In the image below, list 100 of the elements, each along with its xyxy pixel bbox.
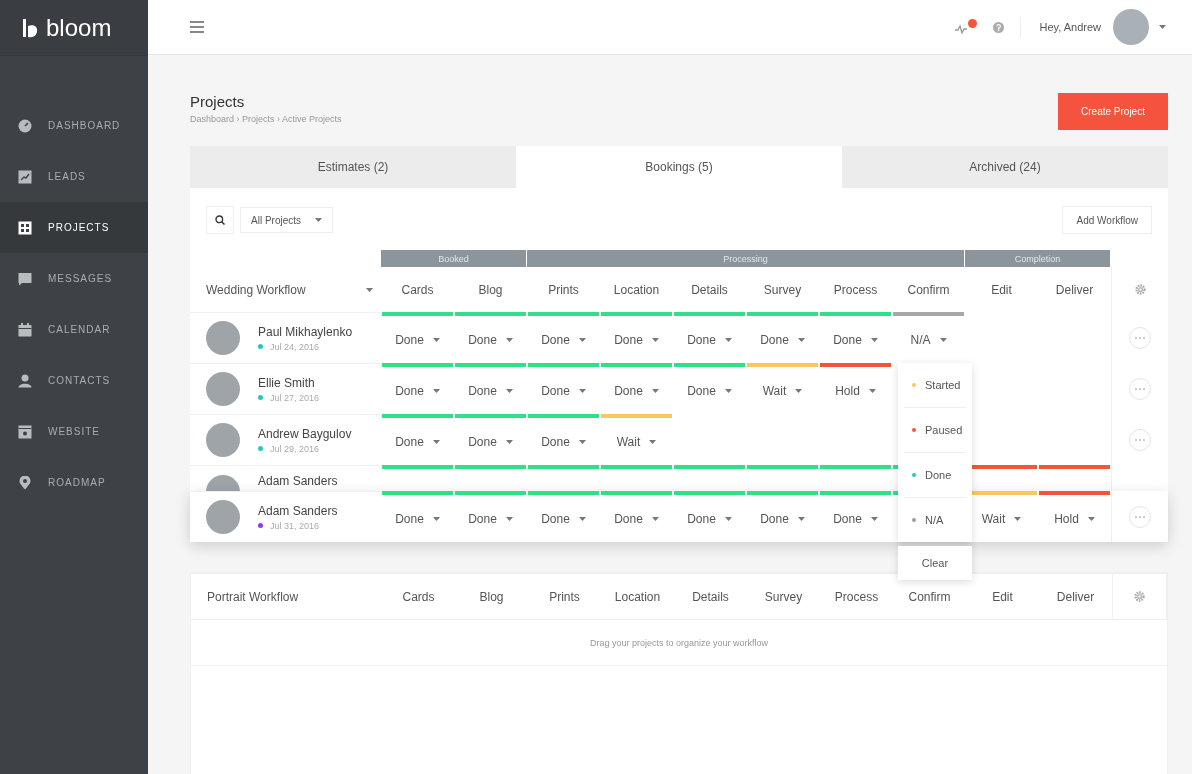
client-name: Adam Sanders [258, 474, 338, 488]
column-header: Survey [763, 588, 804, 606]
sidebar-item[interactable]: MESSAGES [0, 253, 148, 304]
status-dropdown[interactable]: Done [468, 428, 513, 455]
more-button[interactable] [1129, 326, 1151, 349]
column-header: Deliver [1054, 281, 1095, 299]
caret-icon [432, 439, 440, 444]
status-dropdown[interactable]: Done [541, 326, 586, 353]
status-dropdown[interactable]: Done [468, 326, 513, 353]
sidebar-item[interactable]: WEBSITE [0, 406, 148, 457]
status-dropdown[interactable]: Wait [981, 505, 1022, 532]
brand-name: bloom [46, 13, 112, 42]
status-option[interactable]: Done [904, 453, 966, 498]
more-button[interactable] [1129, 428, 1151, 451]
caret-icon [505, 439, 513, 444]
column-header: Prints [547, 281, 580, 299]
logo-icon [22, 17, 38, 38]
menu-icon[interactable] [190, 21, 204, 33]
settings-icon[interactable] [1134, 284, 1146, 295]
sidebar-item[interactable]: CONTACTS [0, 355, 148, 406]
sidebar-item[interactable]: PROJECTS [0, 202, 148, 253]
caret-icon [651, 516, 659, 521]
status-dropdown[interactable]: Done [833, 326, 878, 353]
project-date: Jul 29, 2016 [270, 443, 320, 454]
client-name: Andrew Baygulov [258, 426, 352, 441]
search-icon [215, 215, 225, 225]
caret-icon [797, 516, 805, 521]
settings-icon[interactable] [1134, 591, 1145, 602]
status-dropdown[interactable]: Done [395, 505, 440, 532]
status-option[interactable]: Paused [904, 408, 966, 453]
caret-icon [505, 388, 513, 393]
user-greeting: Hey, Andrew [1039, 21, 1101, 33]
status-dropdown[interactable]: Wait [762, 377, 803, 404]
sidebar-item[interactable]: DASHBOARD [0, 100, 148, 151]
page-title: Projects [190, 93, 246, 110]
project-date: Jul 24, 2016 [270, 341, 320, 352]
clear-button[interactable]: Clear [898, 546, 972, 580]
more-button[interactable] [1129, 377, 1151, 400]
add-workflow-button[interactable]: Add Workflow [1062, 206, 1152, 234]
status-dropdown[interactable]: Done [687, 505, 732, 532]
column-header: Blog [478, 588, 505, 606]
help-icon[interactable] [993, 21, 1005, 33]
tab[interactable]: Bookings (5) [516, 146, 842, 188]
status-option[interactable]: Started [904, 363, 966, 408]
status-dropdown[interactable]: Done [614, 377, 659, 404]
caret-icon [1159, 25, 1166, 29]
status-dropdown[interactable]: Done [395, 326, 440, 353]
status-dropdown[interactable]: Done [833, 505, 878, 532]
status-dropdown[interactable]: Done [468, 505, 513, 532]
status-dropdown[interactable]: Done [614, 505, 659, 532]
activity-icon[interactable] [955, 24, 968, 34]
column-header: Location [612, 281, 661, 299]
caret-icon [432, 337, 440, 342]
caret-icon [365, 287, 373, 292]
caret-icon [939, 337, 947, 342]
status-dropdown[interactable]: N/A [910, 326, 947, 353]
sidebar-item[interactable]: ROADMAP [0, 457, 148, 508]
column-group-header: Booked [381, 250, 526, 267]
status-dropdown[interactable]: Hold [835, 377, 876, 404]
status-dropdown[interactable]: Done [760, 326, 805, 353]
tab[interactable]: Archived (24) [842, 146, 1168, 188]
more-button[interactable] [1129, 505, 1151, 528]
status-dropdown[interactable]: Wait [616, 428, 657, 455]
more-icon [1135, 387, 1145, 390]
client-name: Adam Sanders [258, 503, 338, 518]
caret-icon [724, 388, 732, 393]
filter-dropdown[interactable]: All Projects [240, 207, 333, 233]
column-header: Details [690, 281, 729, 299]
status-option[interactable]: N/A [904, 498, 966, 542]
sidebar-item[interactable]: LEADS [0, 151, 148, 202]
status-dropdown[interactable]: Done [541, 377, 586, 404]
client-name: Paul Mikhaylenko [258, 324, 353, 339]
status-dropdown[interactable]: Done [541, 428, 586, 455]
column-header: Cards [400, 281, 435, 299]
column-header: Process [832, 281, 879, 299]
caret-icon [868, 388, 876, 393]
status-dropdown[interactable]: Hold [1054, 505, 1095, 532]
status-dropdown[interactable]: Done [468, 377, 513, 404]
caret-icon [578, 439, 586, 444]
grid-icon [18, 220, 32, 235]
status-dropdown[interactable]: Done [760, 505, 805, 532]
column-header: Prints [548, 588, 581, 606]
status-dropdown[interactable]: Done [687, 377, 732, 404]
status-dropdown[interactable]: Done [395, 428, 440, 455]
status-dropdown[interactable]: Done [541, 505, 586, 532]
workflow-select[interactable]: Wedding Workflow [206, 282, 373, 297]
status-dropdown[interactable]: Done [687, 326, 732, 353]
column-header: Survey [762, 281, 803, 299]
column-group-header: Processing [527, 250, 964, 267]
tab[interactable]: Estimates (2) [190, 146, 516, 188]
column-header: Details [691, 588, 730, 606]
avatar-placeholder [206, 372, 240, 406]
sidebar-item[interactable]: CALENDAR [0, 304, 148, 355]
status-dropdown[interactable]: Done [395, 377, 440, 404]
avatar-placeholder[interactable] [1113, 9, 1149, 45]
project-date: Jul 27, 2016 [270, 392, 320, 403]
empty-hint: Drag your projects to organize your workflow [191, 620, 1167, 666]
search-button[interactable] [206, 206, 234, 234]
column-header: Edit [990, 281, 1013, 299]
status-dropdown[interactable]: Done [614, 326, 659, 353]
